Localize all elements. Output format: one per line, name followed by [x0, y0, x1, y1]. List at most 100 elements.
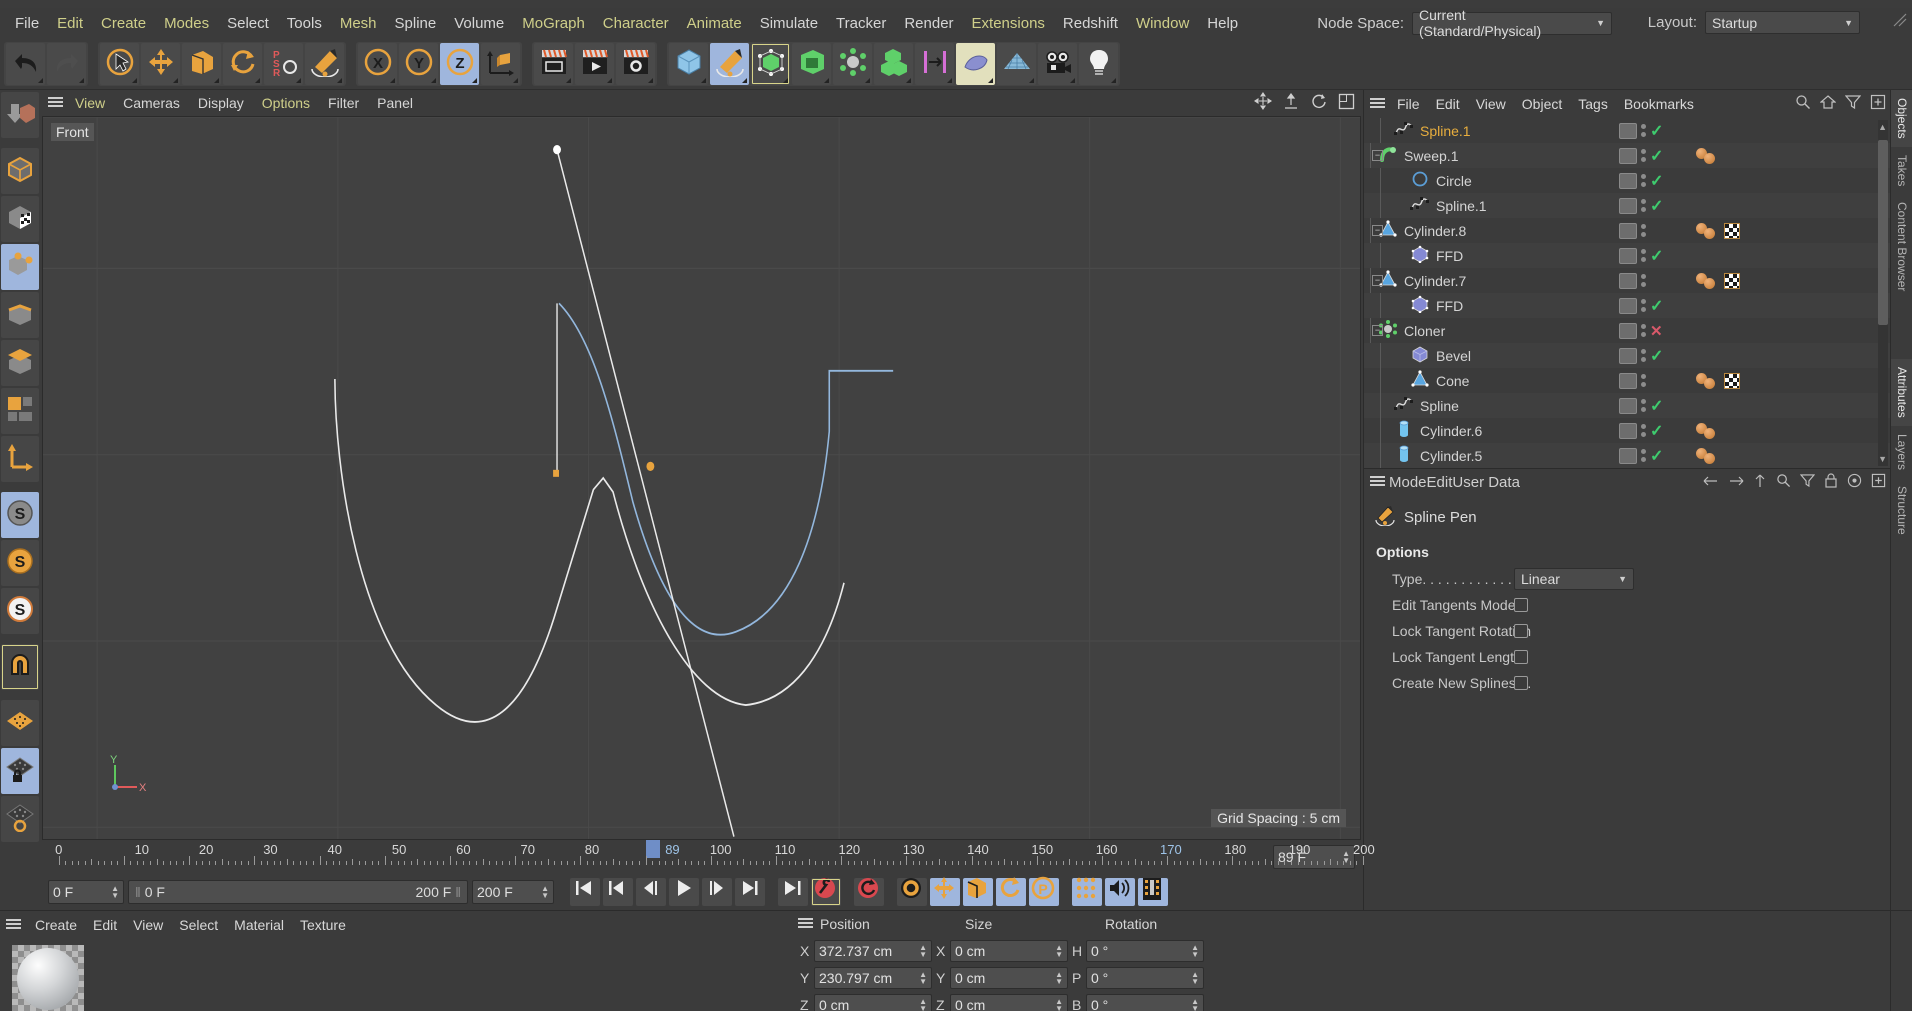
menu-mesh[interactable]: Mesh	[331, 12, 386, 35]
material-tag-icon[interactable]	[1696, 372, 1718, 389]
enable-snapping-button[interactable]: S	[1, 540, 39, 586]
visibility-dots-icon[interactable]	[1641, 449, 1646, 462]
go-to-start-button[interactable]	[570, 878, 600, 906]
lock-icon[interactable]	[1824, 473, 1838, 492]
lock-z-axis-button[interactable]: Z	[440, 42, 479, 85]
object-row[interactable]: − Sweep.1 ✓	[1364, 143, 1890, 168]
vtab-structure[interactable]: Structure	[1891, 478, 1912, 543]
record-active-objects-button[interactable]	[811, 878, 841, 906]
spinner-icon[interactable]: ▲ ▼	[1055, 997, 1063, 1011]
target-icon[interactable]	[1847, 473, 1862, 492]
material-menu-material[interactable]: Material	[226, 915, 292, 935]
autokeying-button[interactable]	[854, 878, 884, 906]
scale-tool[interactable]	[182, 42, 221, 85]
forward-arrow-icon[interactable]	[1728, 474, 1744, 492]
rotation-field-2[interactable]: 0 ° ▲ ▼	[1086, 993, 1204, 1011]
vtab-content-browser[interactable]: Content Browser	[1891, 194, 1912, 299]
world-object-coordinates-button[interactable]	[481, 42, 520, 85]
live-selection-tool[interactable]	[100, 42, 139, 85]
menu-mograph[interactable]: MoGraph	[513, 12, 594, 35]
visibility-check-icon[interactable]: ✓	[1650, 146, 1663, 166]
material-menu-create[interactable]: Create	[27, 915, 85, 935]
visibility-dots-icon[interactable]	[1641, 424, 1646, 437]
material-preview[interactable]	[12, 945, 84, 1011]
record-scale-button[interactable]	[963, 878, 993, 906]
filter-icon[interactable]	[1844, 94, 1862, 114]
collapse-toggle-icon[interactable]: −	[1372, 150, 1383, 161]
hamburger-icon[interactable]	[1370, 96, 1388, 113]
material-menu-texture[interactable]: Texture	[292, 915, 354, 935]
layer-tag-icon[interactable]	[1619, 222, 1637, 239]
add-cube-button[interactable]	[669, 42, 708, 85]
menu-volume[interactable]: Volume	[445, 12, 513, 35]
plus-icon[interactable]	[1870, 94, 1886, 114]
undo-button[interactable]	[6, 42, 45, 85]
add-mograph-button[interactable]	[833, 42, 872, 85]
add-environment-button[interactable]	[997, 42, 1036, 85]
visibility-dots-icon[interactable]	[1641, 124, 1646, 137]
render-settings-button[interactable]	[616, 42, 655, 85]
visibility-dots-icon[interactable]	[1641, 399, 1646, 412]
lock-y-axis-button[interactable]: Y	[399, 42, 438, 85]
hamburger-icon[interactable]	[794, 916, 820, 933]
object-row[interactable]: Cylinder.5 ✓	[1364, 443, 1890, 468]
material-menu-select[interactable]: Select	[171, 915, 226, 935]
playback-range-bar[interactable]: ‖ 0 F 200 F ‖	[128, 880, 468, 904]
visibility-dots-icon[interactable]	[1641, 274, 1646, 287]
film-button[interactable]	[1138, 878, 1168, 906]
object-list-scroll-thumb[interactable]	[1878, 140, 1888, 325]
record-pla-button[interactable]	[1072, 877, 1102, 906]
layer-tag-icon[interactable]	[1619, 122, 1637, 139]
render-view-button[interactable]	[534, 42, 573, 85]
workplane-button[interactable]: S	[1, 588, 39, 634]
vtab-layers[interactable]: Layers	[1891, 426, 1912, 478]
object-row[interactable]: − Cloner ✕	[1364, 318, 1890, 343]
material-tag-icon[interactable]	[1696, 447, 1718, 464]
layer-tag-icon[interactable]	[1619, 422, 1637, 439]
move-tool[interactable]	[141, 42, 180, 85]
size-field-0[interactable]: 0 cm ▲ ▼	[950, 939, 1068, 962]
position-field-1[interactable]: 230.797 cm ▲ ▼	[814, 966, 932, 989]
menu-edit[interactable]: Edit	[48, 12, 92, 35]
planar-workplane-button[interactable]	[1, 796, 39, 842]
visibility-check-icon[interactable]: ✓	[1650, 171, 1663, 191]
hamburger-icon[interactable]	[48, 95, 64, 112]
position-field-0[interactable]: 372.737 cm ▲ ▼	[814, 939, 932, 962]
layer-tag-icon[interactable]	[1619, 397, 1637, 414]
object-manager-menu-file[interactable]: File	[1389, 94, 1428, 114]
menu-select[interactable]: Select	[218, 12, 278, 35]
viewport-menu-cameras[interactable]: Cameras	[114, 93, 189, 113]
menu-extensions[interactable]: Extensions	[963, 12, 1054, 35]
add-light-button[interactable]	[1079, 42, 1118, 85]
spinner-icon[interactable]: ▲ ▼	[1191, 997, 1199, 1011]
record-position-button[interactable]	[930, 877, 960, 906]
collapse-toggle-icon[interactable]: −	[1372, 225, 1383, 236]
object-row[interactable]: FFD ✓	[1364, 293, 1890, 318]
spinner-icon[interactable]: ▲ ▼	[919, 970, 927, 985]
object-manager-menu-view[interactable]: View	[1468, 94, 1514, 114]
timeline-ruler[interactable]: 0 10 20 30 40 50 60 70 80 100 110 120 130 140 150 160 17…	[40, 840, 1375, 874]
enable-axis-button[interactable]: S	[1, 492, 39, 538]
object-row[interactable]: Spline.1 ✓	[1364, 193, 1890, 218]
spinner-icon[interactable]: ▲ ▼	[1055, 943, 1063, 958]
go-to-previous-key-button[interactable]	[603, 878, 633, 906]
points-mode-button[interactable]	[1, 244, 39, 290]
material-swatch[interactable]: Mat	[12, 945, 84, 1011]
rotate-tool[interactable]	[223, 42, 262, 85]
visibility-check-icon[interactable]: ✓	[1650, 196, 1663, 216]
keyframe-settings-button[interactable]	[897, 878, 927, 906]
object-manager-menu-edit[interactable]: Edit	[1428, 94, 1468, 114]
visibility-dots-icon[interactable]	[1641, 149, 1646, 162]
viewport-menu-options[interactable]: Options	[253, 93, 319, 113]
spline-pen-tool[interactable]	[305, 42, 344, 85]
viewport-menu-display[interactable]: Display	[189, 93, 253, 113]
viewport-menu-view[interactable]: View	[66, 93, 114, 113]
checkbox[interactable]	[1514, 623, 1528, 638]
object-manager-list[interactable]: Spline.1 ✓ − Sweep.1 ✓ Circle ✓ Spline.1…	[1364, 118, 1890, 468]
object-row[interactable]: FFD ✓	[1364, 243, 1890, 268]
visibility-check-icon[interactable]: ✓	[1650, 246, 1663, 266]
up-arrow-icon[interactable]	[1753, 474, 1767, 492]
texture-tag-icon[interactable]	[1724, 372, 1740, 389]
menu-window[interactable]: Window	[1127, 12, 1198, 35]
menu-tools[interactable]: Tools	[278, 12, 331, 35]
